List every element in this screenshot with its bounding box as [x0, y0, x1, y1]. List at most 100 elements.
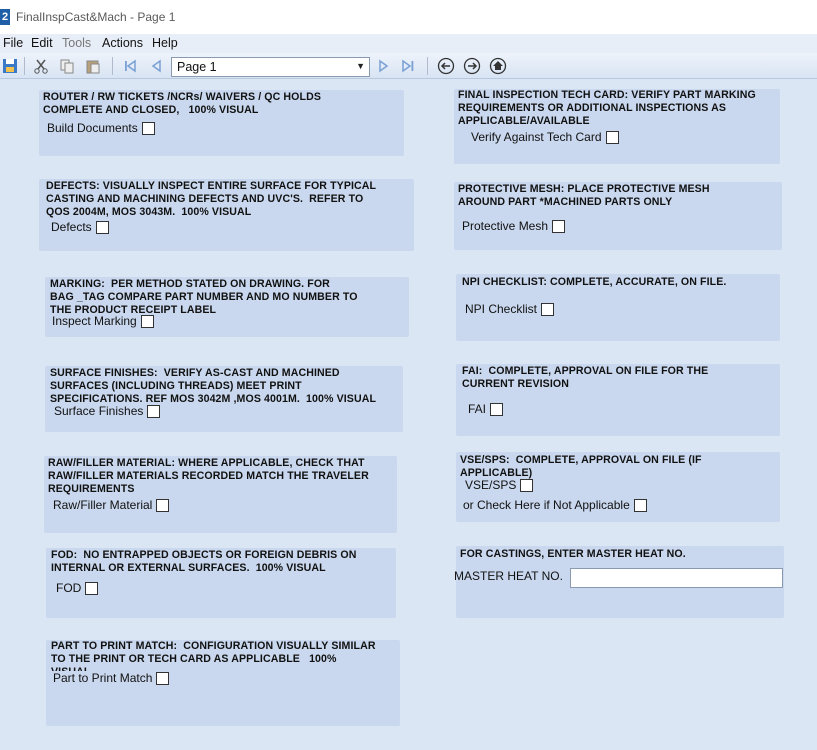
toolbar-separator — [427, 57, 428, 75]
master-heat-input[interactable] — [570, 568, 783, 588]
tech-card-label: Verify Against Tech Card — [471, 130, 602, 144]
fod-instructions: FOD: NO ENTRAPPED OBJECTS OR FOREIGN DEB… — [51, 549, 395, 575]
instruction-line: FAI: COMPLETE, APPROVAL ON FILE FOR THE — [462, 365, 709, 377]
npi-checklist-instructions: NPI CHECKLIST: COMPLETE, ACCURATE, ON FI… — [462, 276, 727, 288]
instruction-line: CURRENT REVISION — [462, 377, 569, 390]
build-documents-checkbox[interactable] — [141, 121, 155, 135]
instruction-line: COMPLETE AND CLOSED, 100% VISUAL — [43, 103, 259, 116]
menu-tools[interactable]: Tools — [62, 36, 91, 50]
instruction-line: INTERNAL OR EXTERNAL SURFACES. 100% VISU… — [51, 561, 326, 574]
menu-help[interactable]: Help — [152, 36, 178, 50]
protective-mesh-field: Protective Mesh — [462, 219, 566, 233]
marking-instructions: MARKING: PER METHOD STATED ON DRAWING. F… — [50, 278, 406, 316]
defects-checkbox[interactable] — [95, 220, 109, 234]
vse-sps-instructions: VSE/SPS: COMPLETE, APPROVAL ON FILE (IF … — [460, 454, 778, 480]
protective-mesh-checkbox[interactable] — [552, 219, 566, 233]
menu-edit[interactable]: Edit — [31, 36, 53, 50]
part-to-print-field: Part to Print Match — [53, 671, 170, 685]
instruction-line: SURFACE FINISHES: VERIFY AS-CAST AND MAC… — [50, 367, 340, 379]
save-icon[interactable] — [1, 57, 19, 75]
fod-label: FOD — [56, 581, 82, 595]
vse-sps-label: VSE/SPS — [465, 478, 517, 492]
fai-instructions: FAI: COMPLETE, APPROVAL ON FILE FOR THE … — [462, 365, 778, 391]
instruction-line: FINAL INSPECTION TECH CARD: VERIFY PART … — [458, 89, 756, 101]
instruction-line: QOS 2004M, MOS 3043M. 100% VISUAL — [46, 205, 252, 218]
protective-mesh-label: Protective Mesh — [462, 219, 549, 233]
menu-bar: File Edit Tools Actions Help — [0, 34, 817, 53]
not-applicable-checkbox[interactable] — [633, 498, 647, 512]
instruction-line: RAW/FILLER MATERIAL: WHERE APPLICABLE, C… — [48, 457, 365, 469]
surface-finishes-field: Surface Finishes — [54, 404, 161, 418]
instruction-line: APPLICABLE/AVAILABLE — [458, 114, 590, 127]
page-selector[interactable]: Page 1 ▼ — [171, 57, 370, 77]
instruction-line: CASTING AND MACHINING DEFECTS AND UVC'S.… — [46, 192, 364, 205]
surface-finishes-label: Surface Finishes — [54, 404, 144, 418]
inspect-marking-field: Inspect Marking — [52, 314, 154, 328]
vse-sps-checkbox[interactable] — [520, 478, 534, 492]
tech-card-checkbox[interactable] — [605, 130, 619, 144]
npi-checklist-field: NPI Checklist — [465, 302, 555, 316]
toolbar: Page 1 ▼ — [0, 53, 817, 79]
build-documents-field: Build Documents — [47, 121, 155, 135]
inspect-marking-label: Inspect Marking — [52, 314, 137, 328]
master-heat-instructions: FOR CASTINGS, ENTER MASTER HEAT NO. — [460, 548, 686, 560]
menu-file[interactable]: File — [3, 36, 23, 50]
instruction-line: MARKING: PER METHOD STATED ON DRAWING. F… — [50, 278, 330, 290]
copy-icon[interactable] — [58, 57, 76, 75]
instruction-line: DEFECTS: VISUALLY INSPECT ENTIRE SURFACE… — [46, 180, 377, 192]
instruction-line: ROUTER / RW TICKETS /NCRs/ WAIVERS / QC … — [43, 91, 321, 103]
master-heat-label: MASTER HEAT NO. — [454, 569, 563, 583]
instruction-line: REQUIREMENTS OR ADDITIONAL INSPECTIONS A… — [458, 101, 726, 114]
instruction-line: FOD: NO ENTRAPPED OBJECTS OR FOREIGN DEB… — [51, 549, 357, 561]
next-page-icon[interactable] — [375, 57, 393, 75]
raw-filler-checkbox[interactable] — [156, 498, 170, 512]
app-icon: 2 — [0, 9, 10, 25]
not-applicable-label: or Check Here if Not Applicable — [463, 498, 630, 512]
last-page-icon[interactable] — [399, 57, 417, 75]
previous-page-icon[interactable] — [147, 57, 165, 75]
master-heat-field: MASTER HEAT NO. — [454, 569, 563, 583]
part-to-print-checkbox[interactable] — [156, 671, 170, 685]
part-to-print-label: Part to Print Match — [53, 671, 153, 685]
cut-icon[interactable] — [32, 57, 50, 75]
instruction-line: REQUIREMENTS — [48, 482, 135, 495]
fod-checkbox[interactable] — [85, 581, 99, 595]
defects-instructions: DEFECTS: VISUALLY INSPECT ENTIRE SURFACE… — [46, 180, 411, 218]
tech-card-instructions: FINAL INSPECTION TECH CARD: VERIFY PART … — [458, 89, 778, 127]
menu-actions[interactable]: Actions — [102, 36, 143, 50]
instruction-line: AROUND PART *MACHINED PARTS ONLY — [458, 195, 673, 208]
build-documents-label: Build Documents — [47, 121, 138, 135]
raw-filler-instructions: RAW/FILLER MATERIAL: WHERE APPLICABLE, C… — [48, 457, 396, 495]
home-icon[interactable] — [489, 57, 507, 75]
instruction-line: PART TO PRINT MATCH: CONFIGURATION VISUA… — [51, 640, 376, 652]
toolbar-separator — [24, 57, 25, 75]
inspect-marking-checkbox[interactable] — [140, 314, 154, 328]
fai-field: FAI — [468, 402, 504, 416]
defects-label: Defects — [51, 220, 92, 234]
instruction-line: TO THE PRINT OR TECH CARD AS APPLICABLE … — [51, 652, 337, 665]
paste-icon[interactable] — [84, 57, 102, 75]
fod-field: FOD — [56, 581, 99, 595]
instruction-line: BAG _TAG COMPARE PART NUMBER AND MO NUMB… — [50, 290, 358, 303]
instruction-line: RAW/FILLER MATERIALS RECORDED MATCH THE … — [48, 469, 369, 482]
tech-card-field: Verify Against Tech Card — [471, 130, 619, 144]
defects-field: Defects — [51, 220, 109, 234]
title-bar: 2 FinalInspCast&Mach - Page 1 — [0, 0, 817, 34]
forward-arrow-icon[interactable] — [463, 57, 481, 75]
fai-label: FAI — [468, 402, 487, 416]
raw-filler-label: Raw/Filler Material — [53, 498, 153, 512]
vse-sps-field: VSE/SPS — [465, 478, 534, 492]
first-page-icon[interactable] — [121, 57, 139, 75]
instruction-line: PROTECTIVE MESH: PLACE PROTECTIVE MESH — [458, 183, 710, 195]
back-arrow-icon[interactable] — [437, 57, 455, 75]
router-tickets-instructions: ROUTER / RW TICKETS /NCRs/ WAIVERS / QC … — [43, 91, 403, 117]
page-selector-value: Page 1 — [177, 60, 217, 74]
fai-checkbox[interactable] — [490, 402, 504, 416]
window-title: FinalInspCast&Mach - Page 1 — [16, 10, 176, 24]
surface-finishes-instructions: SURFACE FINISHES: VERIFY AS-CAST AND MAC… — [50, 367, 402, 405]
chevron-down-icon: ▼ — [356, 61, 365, 71]
toolbar-separator — [112, 57, 113, 75]
npi-checklist-checkbox[interactable] — [541, 302, 555, 316]
surface-finishes-checkbox[interactable] — [147, 404, 161, 418]
protective-mesh-instructions: PROTECTIVE MESH: PLACE PROTECTIVE MESH A… — [458, 183, 778, 209]
